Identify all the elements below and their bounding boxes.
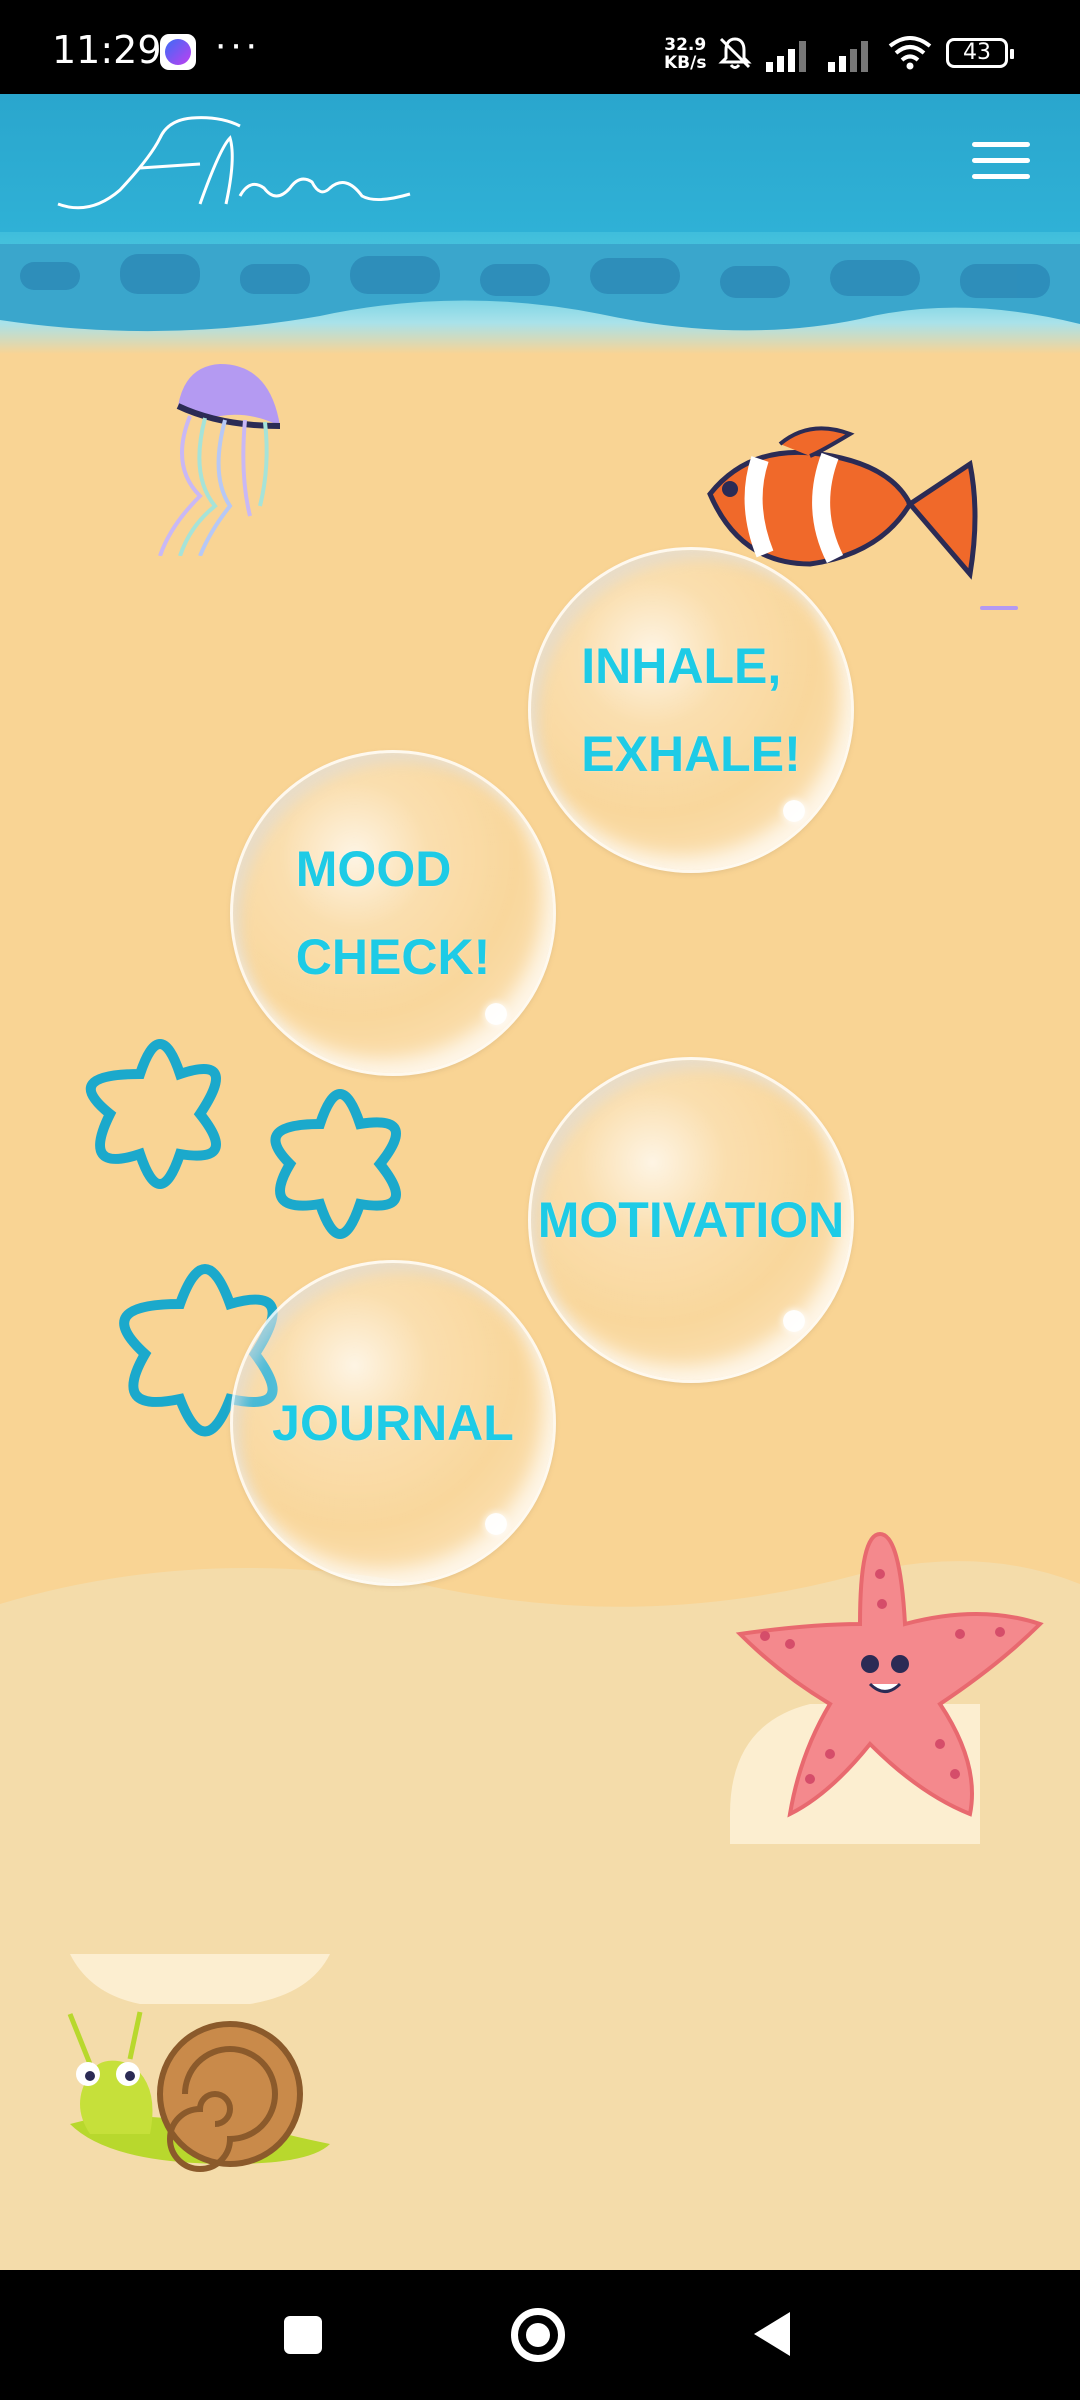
signal-2-icon: [828, 41, 868, 72]
status-bar: 11:29 ··· 32.9 KB/s 43: [0, 0, 1080, 94]
starfish-illustration: [730, 1531, 1044, 1844]
messenger-icon: [160, 34, 196, 70]
mood-check-bubble-button[interactable]: MOOD CHECK!: [230, 750, 556, 1076]
network-speed-value: 32.9: [664, 35, 707, 55]
bubble-label: MOTIVATION: [537, 1192, 845, 1248]
app-header: [0, 94, 1080, 232]
menu-line-icon: [972, 174, 1030, 179]
system-nav-bar: [0, 2270, 1080, 2400]
app-screen: INHALE, EXHALE! MOOD CHECK! MOTIVATION J…: [0, 94, 1080, 2270]
network-speed-unit: KB/s: [664, 53, 707, 73]
bell-muted-icon: [718, 37, 752, 69]
network-speed: 32.9 KB/s: [664, 36, 706, 72]
battery-indicator: 43: [946, 38, 1014, 68]
snail-illustration: [67, 1954, 330, 2172]
small-line-decoration: [980, 606, 1018, 610]
back-icon[interactable]: [754, 2312, 790, 2356]
status-time: 11:29: [52, 28, 162, 72]
menu-line-icon: [972, 142, 1030, 147]
bubble-label: MOOD CHECK!: [295, 841, 491, 985]
signal-1-icon: [766, 41, 806, 72]
bubble-label: INHALE, EXHALE!: [581, 638, 801, 782]
inhale-exhale-bubble-button[interactable]: INHALE, EXHALE!: [528, 547, 854, 873]
menu-line-icon: [972, 158, 1030, 163]
bubble-label: JOURNAL: [272, 1395, 514, 1451]
journal-bubble-button[interactable]: JOURNAL: [230, 1260, 556, 1586]
more-notifications-icon: ···: [214, 22, 260, 66]
recent-apps-icon[interactable]: [284, 2316, 322, 2354]
wifi-icon: [888, 36, 932, 70]
app-logo[interactable]: [50, 108, 420, 218]
jellyfish-illustration: [158, 364, 281, 556]
motivation-bubble-button[interactable]: MOTIVATION: [528, 1057, 854, 1383]
home-icon[interactable]: [511, 2308, 565, 2362]
sea-waves: [0, 244, 1080, 332]
menu-button[interactable]: [972, 142, 1030, 184]
